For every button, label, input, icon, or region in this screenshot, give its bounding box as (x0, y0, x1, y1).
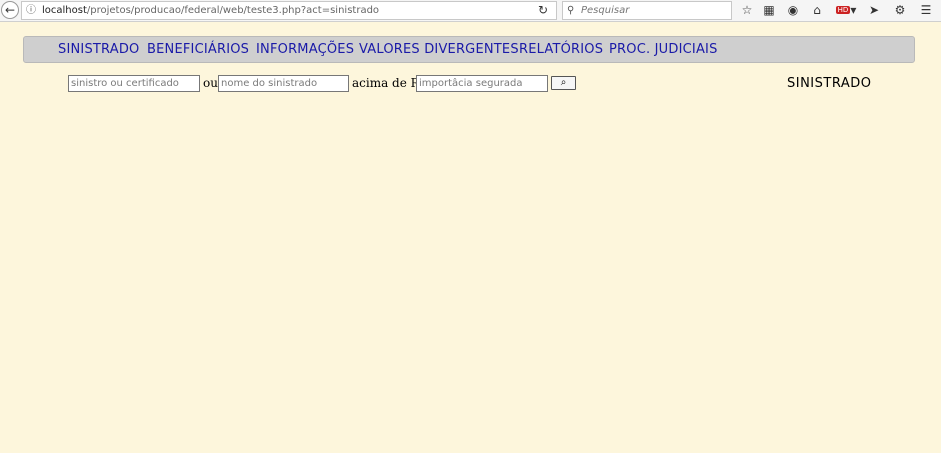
nav-item-valores-divergentes[interactable]: VALORES DIVERGENTES (359, 42, 519, 57)
or-label: ou (203, 76, 218, 90)
search-button[interactable]: ⌕ (551, 76, 576, 90)
bookmark-star-icon[interactable]: ☆ (739, 2, 755, 18)
info-icon[interactable]: ⓘ (26, 2, 36, 19)
hamburger-menu-icon[interactable]: ☰ (918, 2, 934, 18)
url-path: /projetos/producao/federal/web/teste3.ph… (86, 5, 380, 16)
extension-icon[interactable]: ⚙ (892, 2, 908, 18)
send-icon[interactable]: ➤ (866, 2, 882, 18)
certificate-input[interactable] (68, 75, 200, 92)
back-arrow-icon[interactable]: ← (1, 1, 19, 19)
search-icon: ⚲ (567, 5, 575, 16)
extension-hd-icon[interactable]: HD ▾ (835, 2, 857, 18)
nav-item-informacoes[interactable]: INFORMAÇÕES (256, 42, 354, 57)
nav-item-relatorios[interactable]: RELATÓRIOS (519, 42, 603, 57)
page-title: SINISTRADO (787, 76, 872, 91)
main-nav: SINISTRADO BENEFICIÁRIOS INFORMAÇÕES VAL… (23, 36, 915, 63)
reload-icon[interactable]: ↻ (538, 3, 548, 17)
reading-list-icon[interactable]: ▦ (761, 2, 777, 18)
nav-item-sinistrado[interactable]: SINISTRADO (58, 42, 139, 57)
amount-input[interactable] (416, 75, 548, 92)
browser-search-input[interactable]: ⚲ Pesquisar (562, 1, 732, 20)
search-placeholder: Pesquisar (581, 5, 630, 16)
url-host: localhost (42, 5, 87, 16)
browser-toolbar: ← ⓘ localhost/projetos/producao/federal/… (0, 0, 941, 22)
home-icon[interactable]: ⌂ (809, 2, 825, 18)
nav-item-beneficiarios[interactable]: BENEFICIÁRIOS (147, 42, 249, 57)
name-input[interactable] (218, 75, 349, 92)
pocket-icon[interactable]: ◉ (785, 2, 801, 18)
search-icon: ⌕ (560, 77, 567, 88)
url-text: localhost/projetos/producao/federal/web/… (42, 2, 379, 19)
nav-item-proc-judiciais[interactable]: PROC. JUDICIAIS (609, 42, 718, 57)
address-bar[interactable]: ⓘ localhost/projetos/producao/federal/we… (21, 1, 557, 20)
